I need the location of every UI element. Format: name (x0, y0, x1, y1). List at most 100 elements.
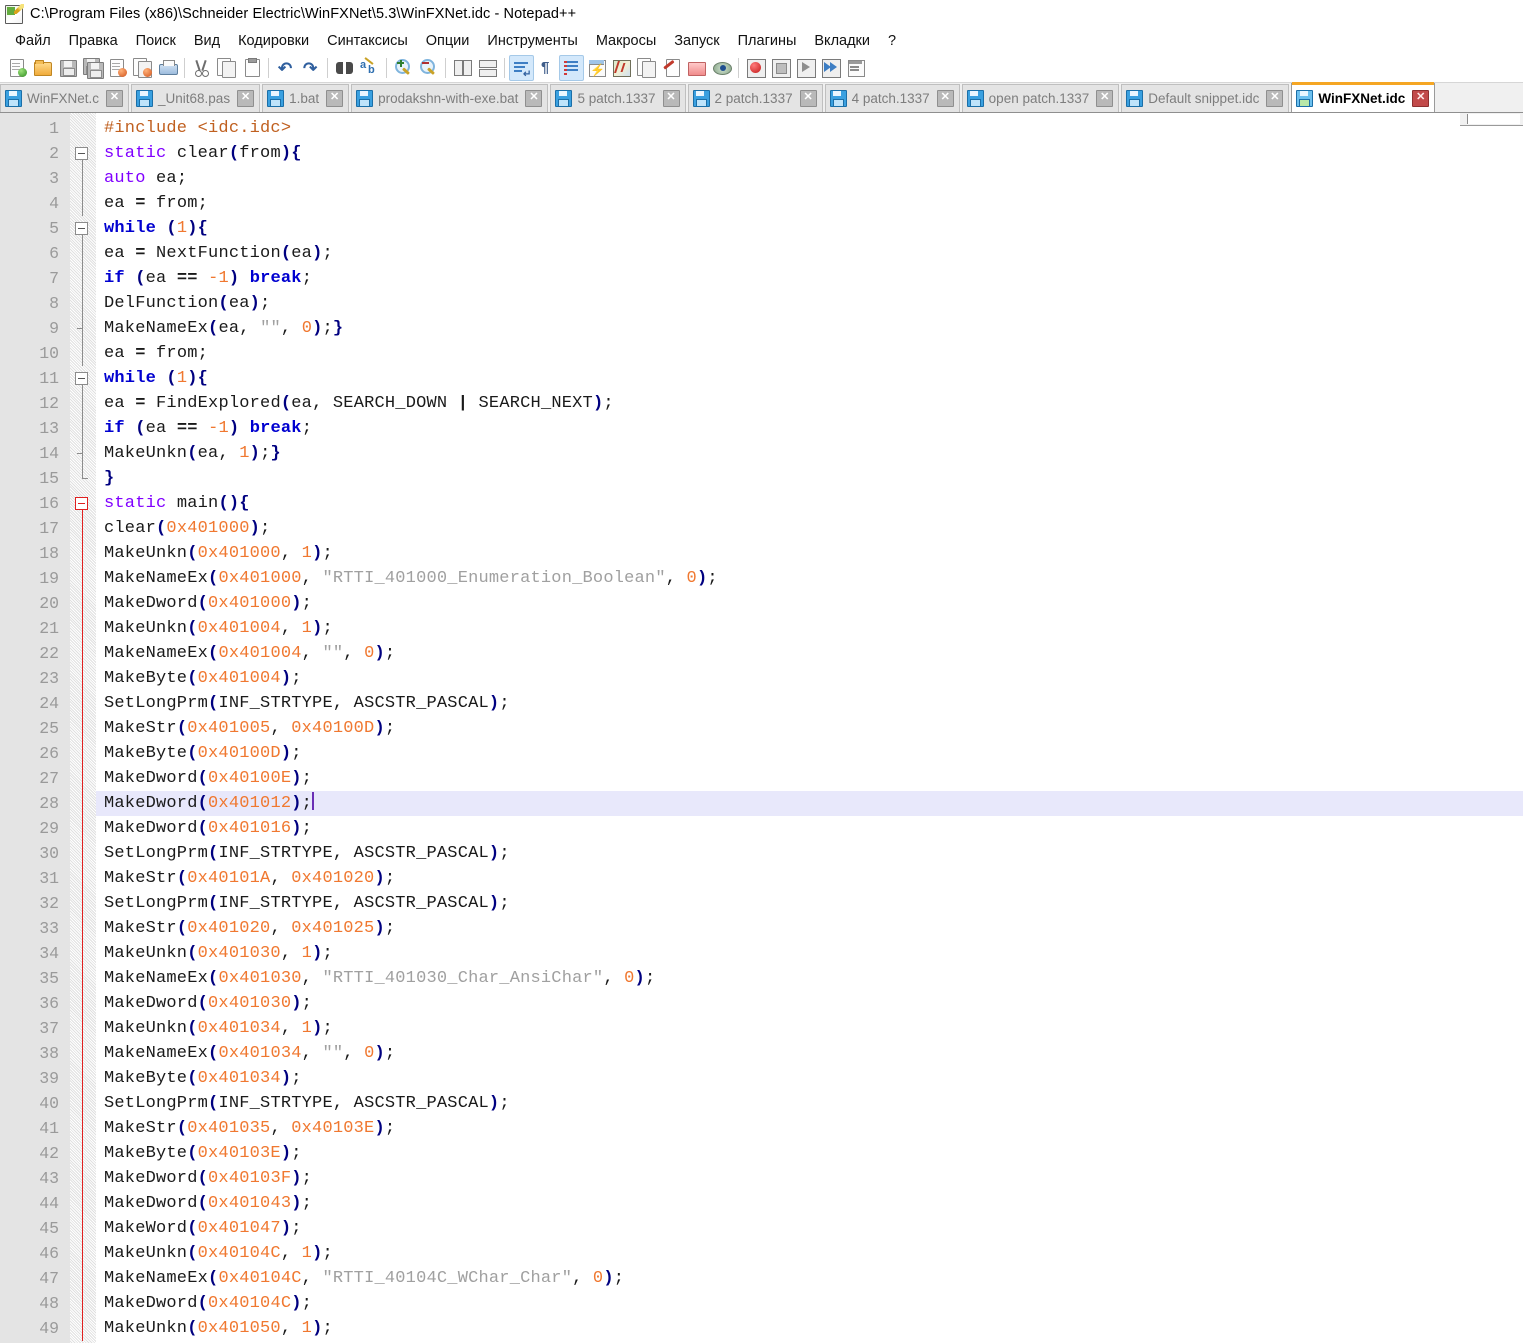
code-line[interactable]: MakeUnkn(0x401050, 1); (96, 1316, 1523, 1341)
fold-collapse-icon[interactable] (75, 372, 88, 385)
toolbar-function-list-button[interactable] (634, 55, 659, 81)
code-line[interactable]: MakeByte(0x401034); (96, 1066, 1523, 1091)
fold-row[interactable] (70, 591, 96, 616)
fold-row[interactable] (70, 1191, 96, 1216)
toolbar-close-all-files-button[interactable] (130, 55, 155, 81)
toolbar-zoom-out-button[interactable] (416, 55, 441, 81)
toolbar-show-all-characters-button[interactable]: ¶ (534, 55, 559, 81)
tab-close-icon[interactable]: ✕ (326, 90, 344, 107)
toolbar-show-indent-guide-button[interactable] (559, 54, 584, 81)
fold-row[interactable] (70, 966, 96, 991)
toolbar-folder-as-workspace-button[interactable] (684, 55, 709, 81)
fold-row[interactable] (70, 1116, 96, 1141)
toolbar-save-button[interactable] (55, 55, 80, 81)
fold-row[interactable] (70, 541, 96, 566)
code-text-area[interactable]: #include <idc.idc> static clear(from){aut… (96, 113, 1523, 1343)
toolbar-sync-vertical-scroll-button[interactable] (450, 55, 475, 81)
toolbar-user-defined-dialog-button[interactable]: ⚡ (584, 55, 609, 81)
fold-row[interactable] (70, 1066, 96, 1091)
fold-row[interactable] (70, 191, 96, 216)
tab-prodakshn-with-exe-bat[interactable]: prodakshn-with-exe.bat ✕ (351, 84, 549, 112)
fold-collapse-icon[interactable] (75, 497, 88, 510)
toolbar-run-button[interactable] (843, 55, 868, 81)
fold-row[interactable] (70, 341, 96, 366)
code-line[interactable]: MakeDword(0x401016); (96, 816, 1523, 841)
code-line[interactable]: if (ea == -1) break; (96, 416, 1523, 441)
fold-collapse-icon[interactable] (75, 222, 88, 235)
code-line[interactable]: MakeUnkn(0x401004, 1); (96, 616, 1523, 641)
toolbar-play-macro-button[interactable] (793, 55, 818, 81)
menu-item-12[interactable]: ? (879, 31, 905, 51)
toolbar-redo-button[interactable]: ↷ (298, 55, 323, 81)
code-line[interactable]: SetLongPrm(INF_STRTYPE, ASCSTR_PASCAL); (96, 891, 1523, 916)
code-line[interactable]: clear(0x401000); (96, 516, 1523, 541)
horizontal-scrollbar[interactable] (1460, 113, 1523, 126)
fold-row[interactable] (70, 1166, 96, 1191)
fold-row[interactable] (70, 266, 96, 291)
fold-row[interactable] (70, 566, 96, 591)
fold-row[interactable] (70, 691, 96, 716)
code-line[interactable]: MakeNameEx(0x40104C, "RTTI_40104C_WChar_… (96, 1266, 1523, 1291)
fold-collapse-icon[interactable] (75, 147, 88, 160)
fold-row[interactable] (70, 1141, 96, 1166)
fold-row[interactable] (70, 716, 96, 741)
code-line[interactable]: ea = from; (96, 341, 1523, 366)
fold-row[interactable] (70, 141, 96, 166)
code-line[interactable]: MakeStr(0x40101A, 0x401020); (96, 866, 1523, 891)
code-line[interactable]: while (1){ (96, 366, 1523, 391)
fold-row[interactable] (70, 116, 96, 141)
code-line[interactable]: MakeDword(0x40100E); (96, 766, 1523, 791)
tab-close-icon[interactable]: ✕ (1266, 90, 1284, 107)
code-line[interactable]: MakeDword(0x40103F); (96, 1166, 1523, 1191)
menu-item-2[interactable]: Поиск (127, 31, 185, 51)
fold-row[interactable] (70, 1016, 96, 1041)
tab-close-icon[interactable]: ✕ (106, 90, 124, 107)
fold-row[interactable] (70, 416, 96, 441)
menu-item-6[interactable]: Опции (417, 31, 479, 51)
tab-4-patch-1337[interactable]: 4 patch.1337 ✕ (824, 84, 960, 112)
code-line[interactable]: static clear(from){ (96, 141, 1523, 166)
code-line[interactable]: if (ea == -1) break; (96, 266, 1523, 291)
fold-row[interactable] (70, 216, 96, 241)
toolbar-find-button[interactable] (332, 55, 357, 81)
code-line[interactable]: MakeByte(0x40100D); (96, 741, 1523, 766)
code-line[interactable]: ea = FindExplored(ea, SEARCH_DOWN | SEAR… (96, 391, 1523, 416)
fold-row[interactable] (70, 1316, 96, 1341)
tab-close-icon[interactable]: ✕ (237, 90, 255, 107)
code-line[interactable]: MakeNameEx(0x401030, "RTTI_401030_Char_A… (96, 966, 1523, 991)
toolbar-undo-button[interactable]: ↶ (273, 55, 298, 81)
fold-row[interactable] (70, 316, 96, 341)
tab-close-icon[interactable]: ✕ (1096, 90, 1114, 107)
tab-close-icon[interactable]: ✕ (1412, 89, 1430, 107)
fold-row[interactable] (70, 866, 96, 891)
code-line[interactable]: MakeByte(0x40103E); (96, 1141, 1523, 1166)
menu-item-1[interactable]: Правка (60, 31, 127, 51)
fold-row[interactable] (70, 916, 96, 941)
fold-row[interactable] (70, 791, 96, 816)
toolbar-record-macro-button[interactable] (743, 55, 768, 81)
toolbar-word-wrap-button[interactable]: ↵ (509, 54, 534, 81)
menu-item-3[interactable]: Вид (185, 31, 229, 51)
code-line[interactable]: MakeDword(0x401012); (96, 791, 1523, 816)
fold-row[interactable] (70, 491, 96, 516)
tab-close-icon[interactable]: ✕ (936, 90, 954, 107)
fold-row[interactable] (70, 1216, 96, 1241)
tab-1-bat[interactable]: 1.bat ✕ (262, 84, 350, 112)
menu-item-5[interactable]: Синтаксисы (318, 31, 417, 51)
fold-margin[interactable] (70, 113, 96, 1343)
tab-open-patch-1337[interactable]: open patch.1337 ✕ (961, 84, 1120, 112)
menu-item-7[interactable]: Инструменты (478, 31, 586, 51)
fold-row[interactable] (70, 666, 96, 691)
tab-unit68-pas[interactable]: _Unit68.pas ✕ (131, 84, 261, 112)
code-line[interactable]: MakeStr(0x401005, 0x40100D); (96, 716, 1523, 741)
fold-row[interactable] (70, 816, 96, 841)
code-line[interactable]: MakeUnkn(0x401000, 1); (96, 541, 1523, 566)
menu-item-4[interactable]: Кодировки (229, 31, 318, 51)
code-line[interactable]: SetLongPrm(INF_STRTYPE, ASCSTR_PASCAL); (96, 1091, 1523, 1116)
menu-item-11[interactable]: Вкладки (805, 31, 879, 51)
toolbar-paste-button[interactable] (239, 55, 264, 81)
code-line[interactable]: ea = NextFunction(ea); (96, 241, 1523, 266)
menu-item-9[interactable]: Запуск (665, 31, 728, 51)
code-line[interactable]: MakeDword(0x401000); (96, 591, 1523, 616)
code-line[interactable]: auto ea; (96, 166, 1523, 191)
